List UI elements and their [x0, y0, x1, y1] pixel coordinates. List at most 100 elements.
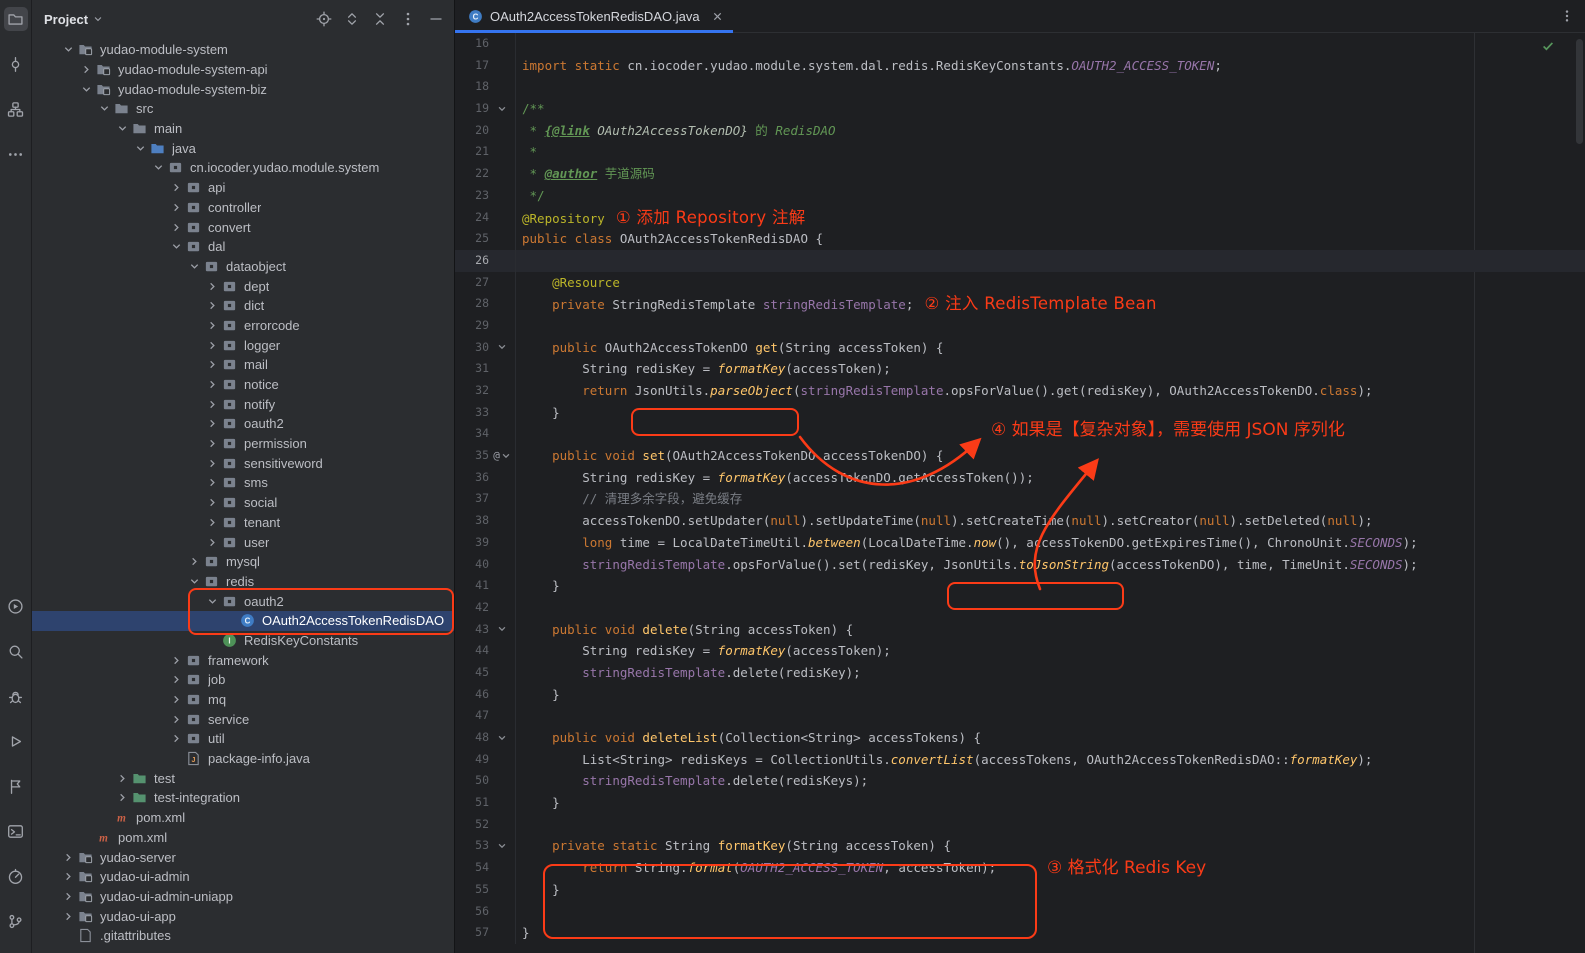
- tree-chevron-collapsed-icon[interactable]: [204, 537, 221, 548]
- fold-chevron-icon[interactable]: [489, 619, 515, 641]
- code-line-55[interactable]: 55 }: [455, 879, 1585, 901]
- tree-item-api[interactable]: api: [32, 178, 454, 198]
- line-number[interactable]: 31: [455, 358, 489, 380]
- code-line-30[interactable]: 30 public OAuth2AccessTokenDO get(String…: [455, 337, 1585, 359]
- code-line-43[interactable]: 43 public void delete(String accessToken…: [455, 619, 1585, 641]
- tab-bar-more-icon[interactable]: [1560, 9, 1574, 23]
- locate-icon[interactable]: [315, 11, 332, 28]
- fold-chevron-icon[interactable]: [489, 98, 515, 120]
- tree-chevron-collapsed-icon[interactable]: [204, 320, 221, 331]
- tree-item-test-integration[interactable]: test-integration: [32, 788, 454, 808]
- line-number[interactable]: 56: [455, 901, 489, 923]
- line-number[interactable]: 16: [455, 33, 489, 55]
- tree-item-user[interactable]: user: [32, 532, 454, 552]
- code-line-20[interactable]: 20 * {@link OAuth2AccessTokenDO} 的 Redis…: [455, 120, 1585, 142]
- tree-item-sms[interactable]: sms: [32, 473, 454, 493]
- tree-chevron-collapsed-icon[interactable]: [168, 222, 185, 233]
- code-line-42[interactable]: 42: [455, 597, 1585, 619]
- tree-chevron-collapsed-icon[interactable]: [204, 399, 221, 410]
- tree-item-service[interactable]: service: [32, 709, 454, 729]
- fold-chevron-icon[interactable]: @: [489, 445, 515, 467]
- code-line-48[interactable]: 48 public void deleteList(Collection<Str…: [455, 727, 1585, 749]
- code-line-35[interactable]: 35@ public void set(OAuth2AccessTokenDO …: [455, 445, 1585, 467]
- tree-chevron-collapsed-icon[interactable]: [204, 477, 221, 488]
- code-line-44[interactable]: 44 String redisKey = formatKey(accessTok…: [455, 640, 1585, 662]
- line-number[interactable]: 23: [455, 185, 489, 207]
- code-line-50[interactable]: 50 stringRedisTemplate.delete(redisKeys)…: [455, 770, 1585, 792]
- line-number[interactable]: 38: [455, 510, 489, 532]
- line-number[interactable]: 17: [455, 55, 489, 77]
- tree-chevron-collapsed-icon[interactable]: [114, 792, 131, 803]
- tree-chevron-expanded-icon[interactable]: [204, 596, 221, 607]
- tree-item-mail[interactable]: mail: [32, 355, 454, 375]
- line-number[interactable]: 53: [455, 835, 489, 857]
- search-icon[interactable]: [4, 639, 28, 663]
- code-line-49[interactable]: 49 List<String> redisKeys = CollectionUt…: [455, 749, 1585, 771]
- code-line-26[interactable]: 26: [455, 250, 1585, 272]
- tree-item-errorcode[interactable]: errorcode: [32, 316, 454, 336]
- tree-item-main[interactable]: main: [32, 119, 454, 139]
- structure-icon[interactable]: [4, 97, 28, 121]
- profiler-icon[interactable]: [4, 864, 28, 888]
- line-number[interactable]: 54: [455, 857, 489, 879]
- services-icon[interactable]: [4, 594, 28, 618]
- tree-chevron-expanded-icon[interactable]: [168, 241, 185, 252]
- tree-chevron-collapsed-icon[interactable]: [60, 852, 77, 863]
- tree-chevron-collapsed-icon[interactable]: [204, 497, 221, 508]
- tree-item-convert[interactable]: convert: [32, 217, 454, 237]
- problems-icon[interactable]: [4, 684, 28, 708]
- code-line-17[interactable]: 17import static cn.iocoder.yudao.module.…: [455, 55, 1585, 77]
- line-number[interactable]: 24: [455, 207, 489, 229]
- line-number[interactable]: 27: [455, 272, 489, 294]
- line-number[interactable]: 34: [455, 423, 489, 445]
- tree-chevron-expanded-icon[interactable]: [78, 84, 95, 95]
- line-number[interactable]: 57: [455, 922, 489, 944]
- tree-item-yudao-module-system[interactable]: yudao-module-system: [32, 40, 454, 60]
- tree-chevron-collapsed-icon[interactable]: [204, 458, 221, 469]
- line-number[interactable]: 32: [455, 380, 489, 402]
- tree-item-job[interactable]: job: [32, 670, 454, 690]
- tree-item-yudao-server[interactable]: yudao-server: [32, 847, 454, 867]
- code-line-27[interactable]: 27 @Resource: [455, 272, 1585, 294]
- line-number[interactable]: 22: [455, 163, 489, 185]
- inspections-ok-icon[interactable]: [1541, 39, 1555, 56]
- tree-item-dept[interactable]: dept: [32, 276, 454, 296]
- tree-chevron-collapsed-icon[interactable]: [204, 340, 221, 351]
- tree-item-framework[interactable]: framework: [32, 650, 454, 670]
- code-line-28[interactable]: 28 private StringRedisTemplate stringRed…: [455, 293, 1585, 315]
- tree-item-oauth2[interactable]: oauth2: [32, 414, 454, 434]
- line-number[interactable]: 50: [455, 770, 489, 792]
- version-control-icon[interactable]: [4, 909, 28, 933]
- tree-item-pom-xml[interactable]: mpom.xml: [32, 828, 454, 848]
- tree-chevron-collapsed-icon[interactable]: [204, 281, 221, 292]
- line-number[interactable]: 42: [455, 597, 489, 619]
- code-line-22[interactable]: 22 * @author 芋道源码: [455, 163, 1585, 185]
- tree-item-notify[interactable]: notify: [32, 394, 454, 414]
- tree-item-tenant[interactable]: tenant: [32, 513, 454, 533]
- tree-item-dict[interactable]: dict: [32, 296, 454, 316]
- tree-chevron-expanded-icon[interactable]: [60, 44, 77, 55]
- expand-all-icon[interactable]: [343, 11, 360, 28]
- flag-icon[interactable]: [4, 774, 28, 798]
- code-line-34[interactable]: 34: [455, 423, 1585, 445]
- tree-item-pom-xml[interactable]: mpom.xml: [32, 808, 454, 828]
- code-line-19[interactable]: 19/**: [455, 98, 1585, 120]
- tree-item-logger[interactable]: logger: [32, 335, 454, 355]
- tree-item-social[interactable]: social: [32, 493, 454, 513]
- tree-chevron-collapsed-icon[interactable]: [60, 911, 77, 922]
- code-line-47[interactable]: 47: [455, 705, 1585, 727]
- tree-item-package-info-java[interactable]: Jpackage-info.java: [32, 749, 454, 769]
- code-line-31[interactable]: 31 String redisKey = formatKey(accessTok…: [455, 358, 1585, 380]
- line-number[interactable]: 41: [455, 575, 489, 597]
- tree-item-notice[interactable]: notice: [32, 375, 454, 395]
- code-line-52[interactable]: 52: [455, 814, 1585, 836]
- fold-chevron-icon[interactable]: [489, 337, 515, 359]
- code-line-25[interactable]: 25public class OAuth2AccessTokenRedisDAO…: [455, 228, 1585, 250]
- tree-item-java[interactable]: java: [32, 138, 454, 158]
- code-line-32[interactable]: 32 return JsonUtils.parseObject(stringRe…: [455, 380, 1585, 402]
- editor-scrollbar[interactable]: [1576, 39, 1583, 144]
- tree-item-yudao-module-system-api[interactable]: yudao-module-system-api: [32, 60, 454, 80]
- tree-chevron-collapsed-icon[interactable]: [168, 733, 185, 744]
- line-number[interactable]: 39: [455, 532, 489, 554]
- tree-item-yudao-ui-admin-uniapp[interactable]: yudao-ui-admin-uniapp: [32, 887, 454, 907]
